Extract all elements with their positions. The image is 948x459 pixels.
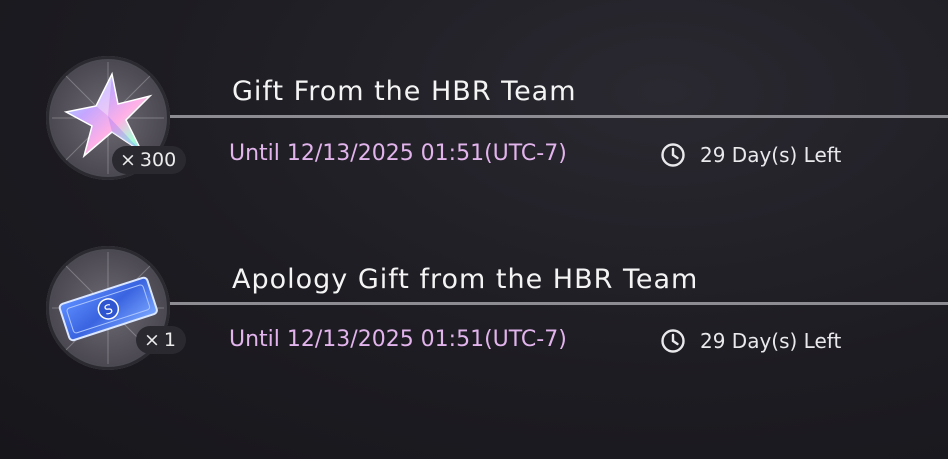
- expiry-text: Until 12/13/2025 01:51(UTC-7): [229, 141, 567, 166]
- divider: [170, 302, 948, 305]
- days-left-text: 29 Day(s) Left: [700, 143, 842, 167]
- clock-icon: [661, 143, 685, 167]
- quantity-prefix: ×: [144, 329, 160, 351]
- quantity-value: 300: [139, 149, 177, 171]
- gift-title: Gift From the HBR Team: [232, 76, 577, 107]
- gift-item[interactable]: S × 1 Apology Gift from the HBR Team Unti…: [0, 230, 948, 380]
- quantity-badge: × 1: [136, 326, 187, 354]
- quantity-badge: × 300: [112, 146, 187, 174]
- quantity-prefix: ×: [120, 149, 136, 171]
- gift-item[interactable]: × 300 Gift From the HBR Team Until 12/13/…: [0, 40, 948, 190]
- clock-icon: [661, 329, 685, 353]
- days-left-text: 29 Day(s) Left: [700, 329, 842, 353]
- quantity-value: 1: [163, 329, 177, 351]
- divider: [170, 115, 948, 118]
- gift-title: Apology Gift from the HBR Team: [232, 264, 699, 295]
- expiry-text: Until 12/13/2025 01:51(UTC-7): [229, 327, 567, 352]
